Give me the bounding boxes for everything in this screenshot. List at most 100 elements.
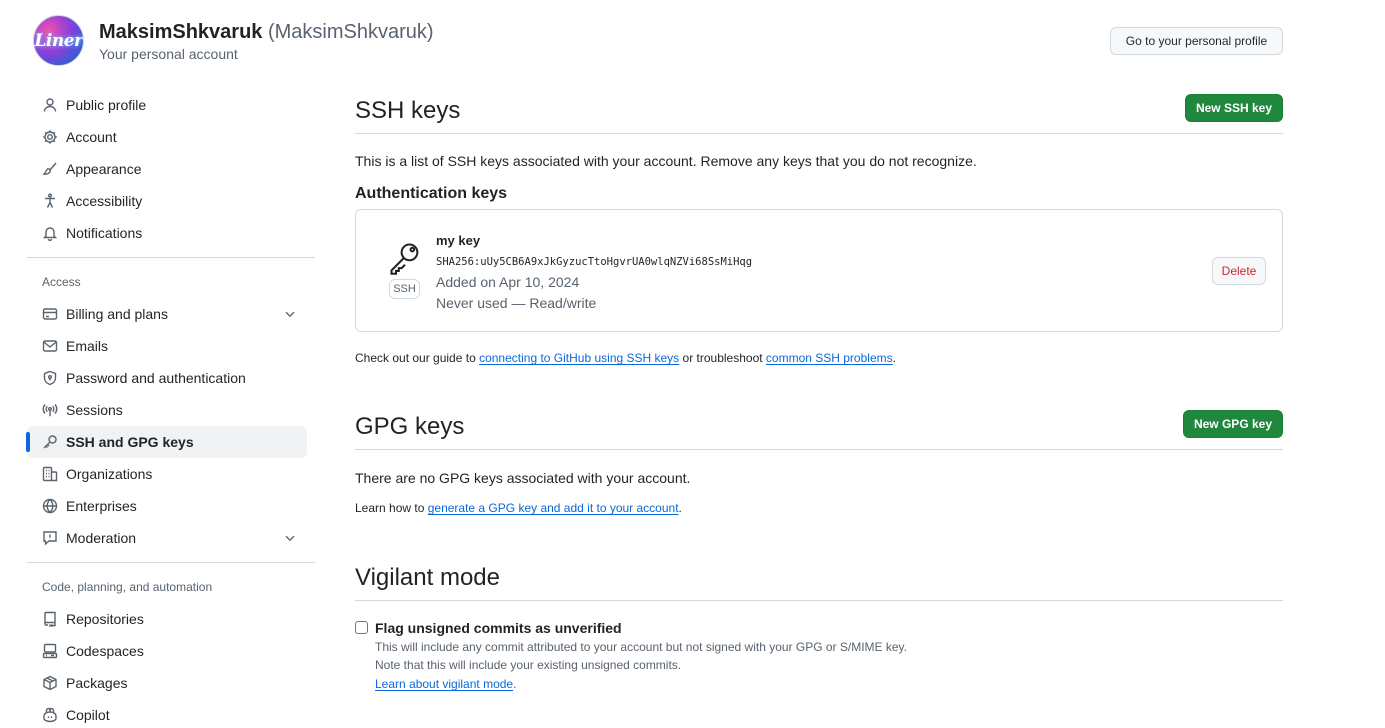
sidebar-item-copilot[interactable]: Copilot xyxy=(27,699,307,728)
vigilant-mode-title: Vigilant mode xyxy=(355,564,500,591)
report-icon xyxy=(42,530,58,546)
sidebar-item-moderation[interactable]: Moderation xyxy=(27,522,307,554)
sidebar-item-codespaces[interactable]: Codespaces xyxy=(27,635,307,667)
sidebar-item-label: Notifications xyxy=(66,225,143,241)
sidebar-item-appearance[interactable]: Appearance xyxy=(27,153,307,185)
gear-icon xyxy=(42,129,58,145)
gpg-keys-title: GPG keys xyxy=(355,413,465,440)
sidebar-item-label: SSH and GPG keys xyxy=(66,434,194,450)
sidebar-divider xyxy=(27,257,315,258)
vigilant-mode-header: Vigilant mode xyxy=(355,556,1283,601)
ssh-badge: SSH xyxy=(389,279,420,299)
ssh-keys-header: SSH keys New SSH key xyxy=(355,89,1283,134)
vigilant-mode-note-2: Note that this will include your existin… xyxy=(375,658,682,672)
avatar[interactable]: Liner xyxy=(33,15,84,66)
vigilant-learn-link[interactable]: Learn about vigilant mode xyxy=(375,677,513,691)
gpg-keys-header: GPG keys New GPG key xyxy=(355,405,1283,450)
account-header: Liner MaksimShkvaruk (MaksimShkvaruk) Yo… xyxy=(33,15,1283,67)
sidebar-item-password-auth[interactable]: Password and authentication xyxy=(27,362,307,394)
globe-icon xyxy=(42,498,58,514)
gpg-learn-text: Learn how to generate a GPG key and add … xyxy=(355,501,682,515)
sidebar-item-label: Organizations xyxy=(66,466,153,482)
new-ssh-key-button[interactable]: New SSH key xyxy=(1185,94,1283,122)
sidebar-item-ssh-gpg-keys[interactable]: SSH and GPG keys xyxy=(26,426,307,458)
ssh-key-fingerprint: SHA256:uUy5CB6A9xJkGyzucTtoHgvrUA0wlqNZV… xyxy=(436,256,753,268)
sidebar-item-enterprises[interactable]: Enterprises xyxy=(27,490,307,522)
account-display-name: MaksimShkvaruk xyxy=(99,21,263,43)
ssh-guide-suffix: . xyxy=(892,351,896,365)
sidebar-item-label: Account xyxy=(66,129,117,145)
sidebar-group-access: Billing and plans Emails Password and au… xyxy=(26,298,315,554)
sidebar-item-label: Copilot xyxy=(66,707,110,723)
sidebar-item-label: Packages xyxy=(66,675,128,691)
sidebar-item-label: Sessions xyxy=(66,402,123,418)
vigilant-learn-suffix: . xyxy=(513,677,517,691)
sidebar-item-label: Enterprises xyxy=(66,498,137,514)
ssh-guide-text: Check out our guide to connecting to Git… xyxy=(355,351,896,365)
ssh-keys-title: SSH keys xyxy=(355,97,461,124)
organization-icon xyxy=(42,466,58,482)
copilot-icon xyxy=(42,707,58,723)
sidebar-item-label: Emails xyxy=(66,338,109,354)
broadcast-icon xyxy=(42,402,58,418)
gpg-learn-suffix: . xyxy=(678,501,682,515)
sidebar-item-account[interactable]: Account xyxy=(27,121,307,153)
sidebar-item-label: Accessibility xyxy=(66,193,143,209)
sidebar-item-emails[interactable]: Emails xyxy=(27,330,307,362)
chevron-down-icon[interactable] xyxy=(283,307,297,321)
sidebar-item-label: Password and authentication xyxy=(66,370,246,386)
sidebar-item-label: Moderation xyxy=(66,530,137,546)
vigilant-learn-text: Learn about vigilant mode. xyxy=(375,677,516,691)
settings-sidebar: Public profile Account Appearance Access… xyxy=(26,89,315,728)
bell-icon xyxy=(42,225,58,241)
key-icon xyxy=(42,434,58,450)
paintbrush-icon xyxy=(42,161,58,177)
mail-icon xyxy=(42,338,58,354)
vigilant-mode-checkbox[interactable] xyxy=(355,621,368,634)
ssh-key-usage: Never used — Read/write xyxy=(436,295,597,311)
accessibility-icon xyxy=(42,193,58,209)
sidebar-item-label: Billing and plans xyxy=(66,306,168,322)
account-name: MaksimShkvaruk (MaksimShkvaruk) xyxy=(99,21,434,44)
go-to-profile-button[interactable]: Go to your personal profile xyxy=(1110,27,1283,55)
vigilant-mode-label[interactable]: Flag unsigned commits as unverified xyxy=(375,620,622,636)
sidebar-item-label: Appearance xyxy=(66,161,142,177)
shield-lock-icon xyxy=(42,370,58,386)
credit-card-icon xyxy=(42,306,58,322)
authentication-keys-heading: Authentication keys xyxy=(355,185,508,202)
sidebar-item-repositories[interactable]: Repositories xyxy=(27,603,307,635)
ssh-guide-middle: or troubleshoot xyxy=(679,351,766,365)
sidebar-item-public-profile[interactable]: Public profile xyxy=(27,89,307,121)
sidebar-item-label: Public profile xyxy=(66,97,147,113)
ssh-gpg-main: SSH keys New SSH key This is a list of S… xyxy=(355,89,1283,691)
gpg-empty-text: There are no GPG keys associated with yo… xyxy=(355,470,691,486)
sidebar-item-organizations[interactable]: Organizations xyxy=(27,458,307,490)
delete-ssh-key-button[interactable]: Delete xyxy=(1212,257,1266,285)
sidebar-group-code: Repositories Codespaces Packages Copilot xyxy=(27,603,315,728)
ssh-guide-prefix: Check out our guide to xyxy=(355,351,480,365)
avatar-logo-text: Liner xyxy=(34,30,83,51)
sidebar-heading-code: Code, planning, and automation xyxy=(42,580,213,594)
new-gpg-key-button[interactable]: New GPG key xyxy=(1183,410,1283,438)
ssh-troubleshoot-link[interactable]: common SSH problems xyxy=(766,351,893,365)
sidebar-item-billing[interactable]: Billing and plans xyxy=(27,298,307,330)
key-icon xyxy=(390,243,419,275)
vigilant-mode-note-1: This will include any commit attributed … xyxy=(375,640,908,654)
codespaces-icon xyxy=(42,643,58,659)
sidebar-item-packages[interactable]: Packages xyxy=(27,667,307,699)
ssh-key-item: SSH my key SHA256:uUy5CB6A9xJkGyzucTtoHg… xyxy=(355,209,1283,332)
sidebar-item-notifications[interactable]: Notifications xyxy=(27,217,307,249)
person-icon xyxy=(42,97,58,113)
gpg-learn-prefix: Learn how to xyxy=(355,501,428,515)
chevron-down-icon[interactable] xyxy=(283,531,297,545)
sidebar-item-label: Codespaces xyxy=(66,643,144,659)
ssh-key-name: my key xyxy=(436,233,481,248)
account-subtitle: Your personal account xyxy=(99,46,238,62)
sidebar-item-accessibility[interactable]: Accessibility xyxy=(27,185,307,217)
gpg-generate-link[interactable]: generate a GPG key and add it to your ac… xyxy=(428,501,679,515)
sidebar-item-sessions[interactable]: Sessions xyxy=(27,394,307,426)
sidebar-item-label: Repositories xyxy=(66,611,144,627)
account-login: (MaksimShkvaruk) xyxy=(267,21,434,43)
ssh-guide-link[interactable]: connecting to GitHub using SSH keys xyxy=(479,351,679,365)
sidebar-heading-access: Access xyxy=(42,275,81,289)
